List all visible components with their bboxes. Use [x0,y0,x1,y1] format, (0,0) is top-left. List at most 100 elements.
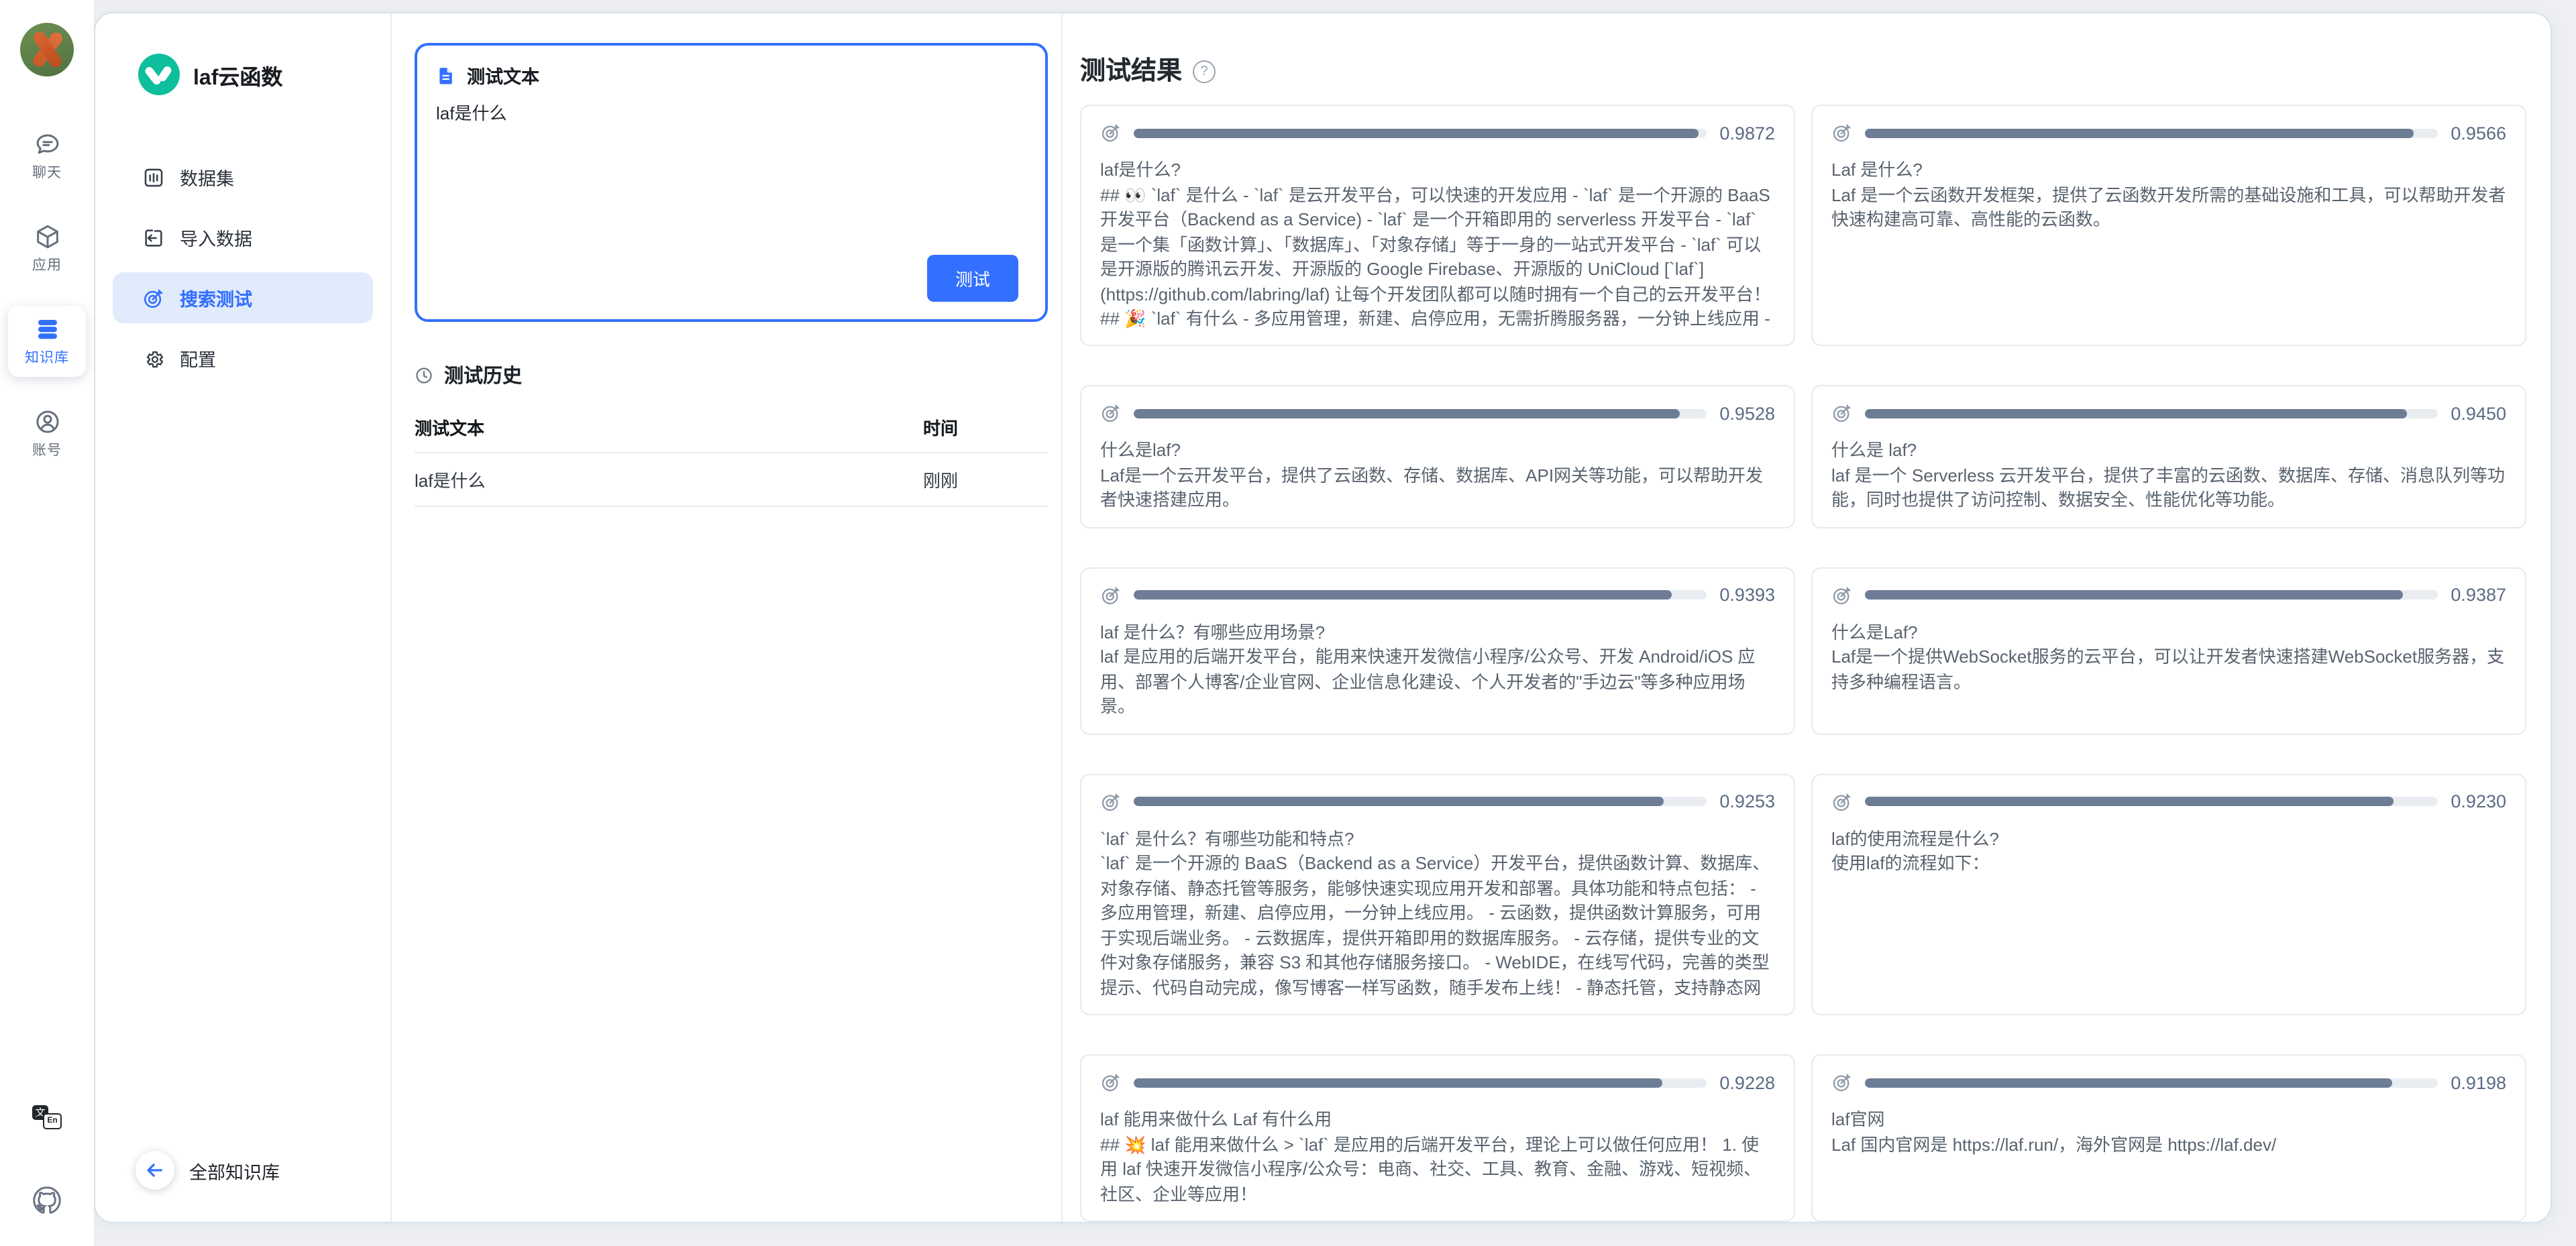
result-answer: Laf 国内官网是 https://laf.run/，海外官网是 https:/… [1831,1133,2506,1157]
score-row: 0.9228 [1100,1072,1775,1093]
result-answer: laf 是应用的后端开发平台，能用来快速开发微信小程序/公众号、开发 Andro… [1100,646,1775,720]
sidebar-item-label: 导入数据 [180,224,252,251]
result-text: 什么是laf? Laf是一个云开发平台，提供了云函数、存储、数据库、API网关等… [1100,439,1775,514]
rail-item-apps[interactable]: 应用 [8,213,86,284]
result-text: `laf` 是什么？有哪些功能和特点? `laf` 是一个开源的 BaaS（Ba… [1100,828,1775,1001]
sidebar-item-label: 配置 [180,345,216,372]
score-progress-bar [1865,409,2438,418]
history-header-row: 测试文本 时间 [415,414,1048,453]
score-progress-fill [1134,1078,1662,1087]
rail-item-label: 聊天 [32,162,62,182]
chat-icon [33,130,61,158]
github-icon[interactable] [32,1186,62,1215]
target-icon [1831,791,1853,813]
result-text: 什么是 laf? laf 是一个 Serverless 云开发平台，提供了丰富的… [1831,439,2506,514]
result-question: `laf` 是什么？有哪些功能和特点? [1100,828,1775,852]
result-question: laf官网 [1831,1108,2506,1133]
score-value: 0.9228 [1719,1072,1775,1092]
icon-rail: 聊天 应用 知识库 账号 文 En [0,0,94,1246]
language-toggle-icon[interactable]: 文 En [32,1105,62,1129]
result-card: 0.9528 什么是laf? Laf是一个云开发平台，提供了云函数、存储、数据库… [1080,386,1795,528]
result-question: laf 是什么？有哪些应用场景? [1100,621,1775,646]
history-col-text: 测试文本 [415,414,923,452]
result-answer: Laf是一个云开发平台，提供了云函数、存储、数据库、API网关等功能，可以帮助开… [1100,464,1775,514]
score-progress-bar [1865,1078,2438,1087]
results-header: 测试结果 ? [1080,51,2526,87]
score-row: 0.9387 [1831,585,2506,606]
rail-item-label: 应用 [32,255,62,275]
score-progress-fill [1865,128,2413,137]
rail-bottom: 文 En [32,1105,62,1246]
import-icon [142,226,165,249]
back-button[interactable] [136,1151,174,1190]
result-card: 0.9230 laf的使用流程是什么? 使用laf的流程如下： [1811,774,2526,1016]
result-text: laf 能用来做什么 Laf 有什么用 ## 💥 laf 能用来做什么 > `l… [1100,1108,1775,1207]
history-col-time: 时间 [923,414,1048,452]
test-text-box: 测试文本 laf是什么 测试 [415,43,1048,322]
score-row: 0.9198 [1831,1072,2506,1093]
result-text: laf官网 Laf 国内官网是 https://laf.run/，海外官网是 h… [1831,1108,2506,1157]
score-value: 0.9387 [2450,585,2506,606]
history-row[interactable]: laf是什么 刚刚 [415,453,1048,507]
run-test-button[interactable]: 测试 [927,255,1018,302]
main-panel: laf云函数 数据集 导入数据 搜索测试 配置 [94,12,2552,1223]
result-text: laf 是什么？有哪些应用场景? laf 是应用的后端开发平台，能用来快速开发微… [1100,621,1775,720]
rail-item-knowledge-base[interactable]: 知识库 [8,306,86,377]
test-text-label: 测试文本 [467,62,539,89]
result-question: Laf 是什么? [1831,158,2506,183]
target-icon [1100,1072,1122,1093]
result-text: 什么是Laf? Laf是一个提供WebSocket服务的云平台，可以让开发者快速… [1831,621,2506,695]
rail-item-chat[interactable]: 聊天 [8,121,86,192]
score-value: 0.9198 [2450,1072,2506,1092]
target-icon [1831,122,1853,144]
result-question: laf是什么? [1100,158,1775,183]
cube-icon [33,223,61,251]
test-column: 测试文本 laf是什么 测试 测试历史 测试文本 时间 laf是什么 [392,13,1063,1222]
sidebar-item-import[interactable]: 导入数据 [113,212,373,263]
score-progress-fill [1134,409,1680,418]
result-answer: laf 是一个 Serverless 云开发平台，提供了丰富的云函数、数据库、存… [1831,464,2506,514]
score-row: 0.9872 [1100,122,1775,144]
results-grid: 0.9872 laf是什么? ## 👀 `laf` 是什么 - `laf` 是云… [1080,105,2526,1222]
clock-icon [415,365,433,384]
score-progress-fill [1134,591,1672,600]
score-row: 0.9393 [1100,585,1775,606]
back-to-all-kb[interactable]: 全部知识库 [95,1151,390,1222]
result-answer: 使用laf的流程如下： [1831,852,2506,877]
back-label: 全部知识库 [189,1157,280,1184]
test-text-header: 测试文本 [436,62,1026,89]
score-progress-bar [1134,409,1707,418]
test-text-input[interactable]: laf是什么 [436,101,1026,255]
result-question: 什么是Laf? [1831,621,2506,646]
results-title: 测试结果 [1080,51,1182,87]
test-history-section: 测试历史 测试文本 时间 laf是什么 刚刚 [415,361,1048,507]
target-icon [1831,403,1853,424]
sidebar-item-config[interactable]: 配置 [113,333,373,384]
sidebar-item-label: 数据集 [180,164,234,190]
help-icon[interactable]: ? [1193,60,1216,82]
result-text: laf的使用流程是什么? 使用laf的流程如下： [1831,828,2506,877]
kb-header: laf云函数 [95,13,390,95]
gear-icon [142,347,165,370]
rail-item-account[interactable]: 账号 [8,398,86,469]
target-icon [1100,585,1122,606]
score-progress-fill [1134,128,1699,137]
sidebar-item-dataset[interactable]: 数据集 [113,152,373,203]
target-icon [1100,791,1122,813]
database-icon [33,315,61,343]
result-card: 0.9253 `laf` 是什么？有哪些功能和特点? `laf` 是一个开源的 … [1080,774,1795,1016]
score-progress-fill [1865,409,2406,418]
test-history-title: 测试历史 [444,361,522,389]
target-icon [1831,1072,1853,1093]
result-question: 什么是laf? [1100,439,1775,464]
sidebar-item-label: 搜索测试 [180,284,252,311]
target-icon [1831,585,1853,606]
score-progress-fill [1134,797,1664,807]
avatar[interactable] [20,23,74,76]
score-progress-bar [1865,128,2438,137]
result-answer: Laf是一个提供WebSocket服务的云平台，可以让开发者快速搭建WebSoc… [1831,646,2506,695]
result-answer: `laf` 是一个开源的 BaaS（Backend as a Service）开… [1100,852,1775,1001]
score-progress-fill [1865,797,2394,807]
history-row-time: 刚刚 [923,453,1048,506]
sidebar-item-search-test[interactable]: 搜索测试 [113,272,373,323]
